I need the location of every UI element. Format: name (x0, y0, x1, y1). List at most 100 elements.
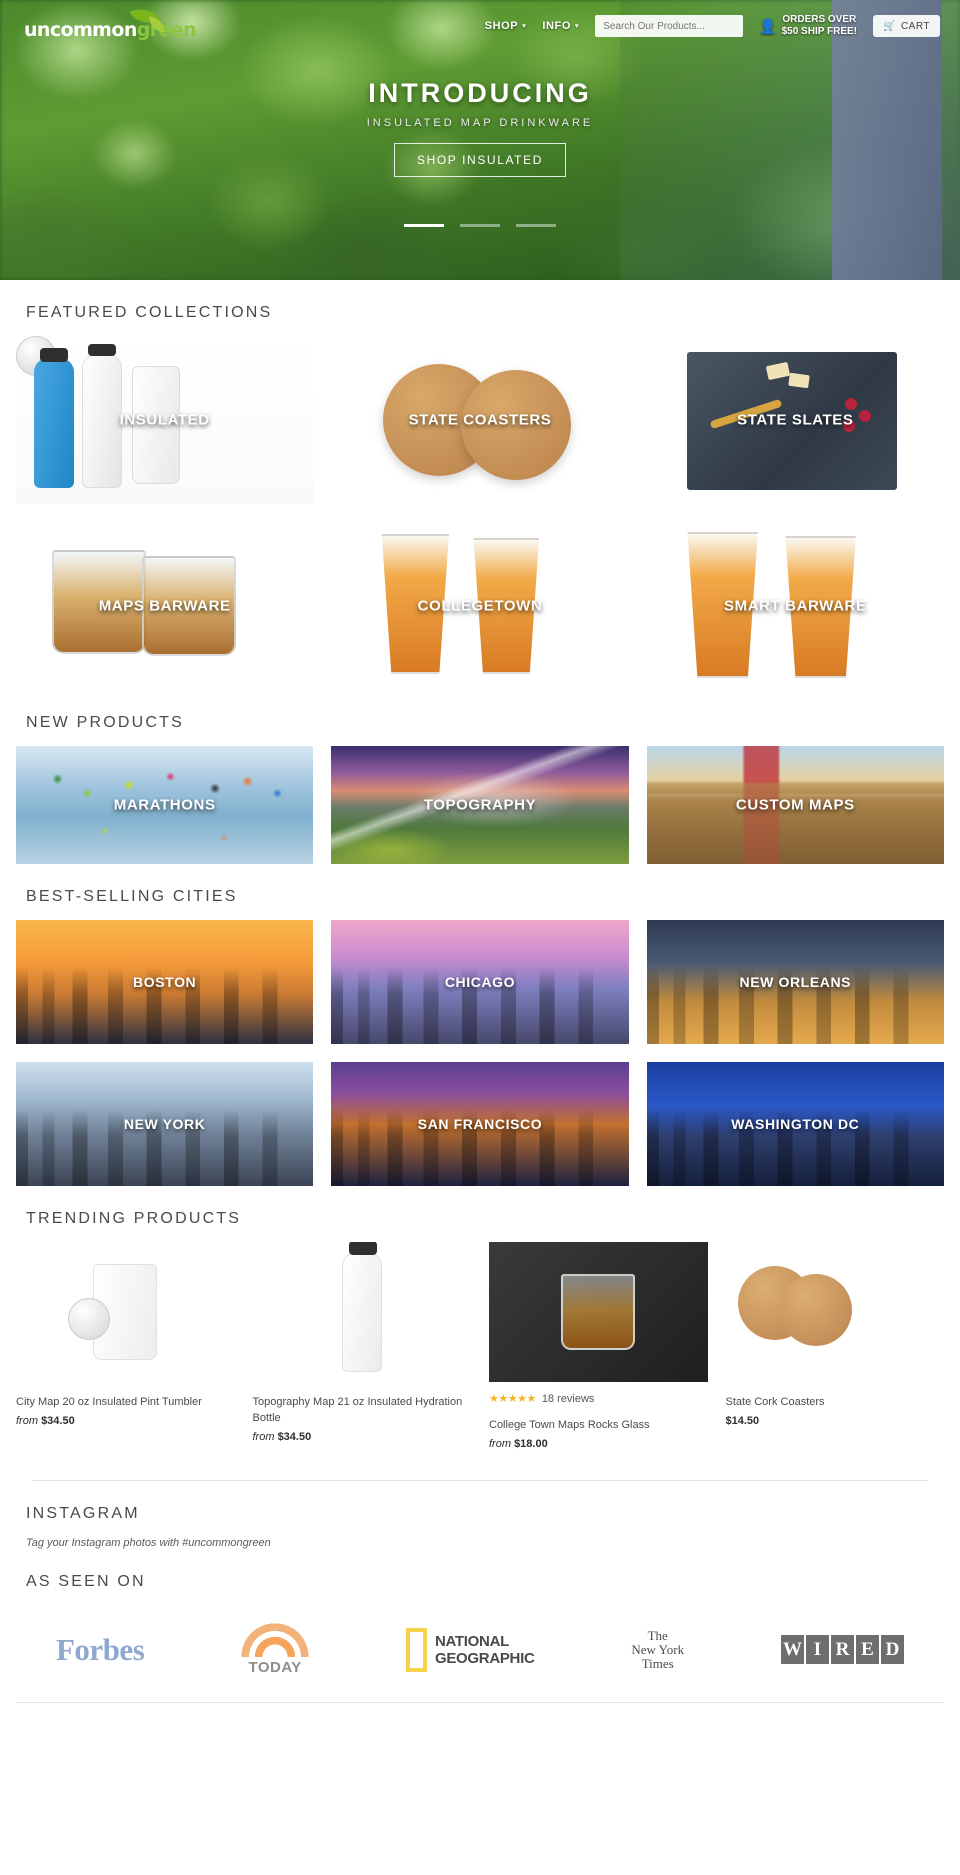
best-selling-cities-heading: BEST-SELLING CITIES (26, 888, 238, 905)
trending-products-row: City Map 20 oz Insulated Pint Tumbler fr… (16, 1242, 944, 1450)
city-label-new-orleans: NEW ORLEANS (739, 974, 852, 990)
main-navigation: SHOP ▾ INFO ▾ 👤 ORDERS OVER $50 SHIP FRE… (485, 14, 960, 38)
city-tile-boston[interactable]: BOSTON (16, 920, 314, 1044)
search-input[interactable] (595, 15, 744, 37)
collection-tile-maps-barware[interactable]: MAPS BARWARE (16, 522, 314, 690)
national-geographic-logo[interactable]: NATIONAL GEOGRAPHIC (405, 1627, 535, 1672)
cart-button[interactable]: 🛒 CART (873, 15, 940, 37)
press-logos-row: Forbes TODAY NATIONAL GEOGRAPHIC The New… (16, 1605, 944, 1676)
page-content: FEATURED COLLECTIONS INSULATED STATE COA… (16, 304, 944, 1703)
price-value: $34.50 (277, 1431, 312, 1443)
chevron-down-icon: ▾ (522, 23, 527, 30)
instagram-subtitle: Tag your Instagram photos with #uncommon… (26, 1537, 271, 1549)
review-count[interactable]: 18 reviews (542, 1393, 595, 1405)
new-products-row: MARATHONS TOPOGRAPHY CUSTOM MAPS (16, 746, 944, 864)
shop-insulated-button[interactable]: SHOP INSULATED (394, 143, 566, 177)
trending-products-heading: TRENDING PRODUCTS (26, 1210, 242, 1227)
product-image-college-town-rocks-glass (489, 1242, 708, 1382)
collection-tile-insulated[interactable]: INSULATED (16, 336, 314, 504)
city-tile-new-orleans[interactable]: NEW ORLEANS (646, 920, 944, 1044)
product-price: from $34.50 (253, 1431, 472, 1443)
product-name: City Map 20 oz Insulated Pint Tumbler (16, 1396, 202, 1408)
instagram-heading: INSTAGRAM (26, 1505, 140, 1522)
site-logo[interactable]: uncommongreen (24, 3, 197, 43)
price-value: $18.00 (514, 1438, 548, 1450)
nyt-line-3: Times (641, 1655, 674, 1671)
forbes-logo[interactable]: Forbes (56, 1632, 145, 1668)
collection-tile-state-slates[interactable]: STATE SLATES (646, 336, 944, 504)
price-value: $14.50 (725, 1415, 760, 1427)
shipping-line-1: ORDERS OVER (782, 14, 857, 25)
nav-item-shop[interactable]: SHOP ▾ (485, 20, 527, 32)
cities-row-2: NEW YORK SAN FRANCISCO WASHINGTON DC (16, 1062, 944, 1186)
carousel-pagination (0, 214, 960, 232)
product-image-topography-bottle (252, 1242, 471, 1382)
new-york-times-logo[interactable]: The New York Times (631, 1628, 685, 1671)
collection-tile-smart-barware[interactable]: SMART BARWARE (646, 522, 944, 690)
section-divider (32, 1480, 928, 1481)
nyt-line-2: New York (631, 1641, 685, 1657)
collection-label-state-coasters: STATE COASTERS (408, 411, 552, 429)
natgeo-yellow-rectangle-icon (405, 1627, 427, 1672)
collection-label-smart-barware: SMART BARWARE (724, 597, 867, 615)
cork-coaster-art-2 (779, 1274, 852, 1346)
product-rating: ★★★★★ 18 reviews (489, 1392, 708, 1406)
today-rainbow-icon (241, 1623, 310, 1657)
product-card-college-town-rocks-glass[interactable]: ★★★★★ 18 reviews College Town Maps Rocks… (489, 1242, 708, 1450)
natgeo-line-1: NATIONAL (434, 1632, 509, 1650)
shopping-cart-icon: 🛒 (883, 20, 896, 32)
featured-collections-row-1: INSULATED STATE COASTERS STATE SLATES (16, 336, 944, 504)
new-product-tile-custom-maps[interactable]: CUSTOM MAPS (646, 746, 944, 864)
product-price: from $18.00 (489, 1438, 708, 1450)
city-tile-san-francisco[interactable]: SAN FRANCISCO (331, 1062, 629, 1186)
collection-label-insulated: INSULATED (119, 411, 210, 429)
carousel-dot-3[interactable] (516, 224, 557, 227)
city-tile-washington-dc[interactable]: WASHINGTON DC (646, 1062, 944, 1186)
hero-title: INTRODUCING (368, 78, 592, 108)
carousel-dot-2[interactable] (460, 224, 500, 227)
natgeo-label: NATIONAL GEOGRAPHIC (435, 1633, 535, 1667)
carousel-dot-1[interactable] (403, 224, 444, 227)
product-card-city-map-tumbler[interactable]: City Map 20 oz Insulated Pint Tumbler fr… (16, 1242, 235, 1450)
city-label-new-york: NEW YORK (123, 1116, 206, 1132)
new-product-tile-marathons[interactable]: MARATHONS (16, 746, 314, 864)
today-show-logo[interactable]: TODAY (241, 1623, 310, 1676)
site-header: uncommongreen SHOP ▾ INFO ▾ 👤 ORDERS OVE… (0, 0, 960, 52)
price-prefix: from (489, 1438, 511, 1450)
product-image-state-cork-coasters (725, 1242, 944, 1382)
wired-char-e: E (855, 1635, 879, 1664)
new-product-label-marathons: MARATHONS (113, 796, 216, 814)
featured-collections-row-2: MAPS BARWARE COLLEGETOWN SMART BARWARE (16, 522, 944, 690)
product-card-topography-bottle[interactable]: Topography Map 21 oz Insulated Hydration… (252, 1242, 472, 1450)
nav-item-info[interactable]: INFO ▾ (542, 20, 579, 32)
product-card-state-cork-coasters[interactable]: State Cork Coasters $14.50 (725, 1242, 944, 1450)
hero-subtitle: INSULATED MAP DRINKWARE (366, 117, 594, 129)
today-label: TODAY (248, 1659, 302, 1676)
wired-logo[interactable]: W I R E D (780, 1635, 904, 1664)
city-tile-new-york[interactable]: NEW YORK (16, 1062, 314, 1186)
new-product-label-custom-maps: CUSTOM MAPS (735, 796, 855, 814)
nav-label-info: INFO (542, 20, 572, 32)
new-product-label-topography: TOPOGRAPHY (423, 796, 537, 814)
city-label-washington-dc: WASHINGTON DC (731, 1116, 860, 1132)
wired-char-r: R (830, 1635, 854, 1664)
new-product-tile-topography[interactable]: TOPOGRAPHY (331, 746, 629, 864)
collection-tile-state-coasters[interactable]: STATE COASTERS (331, 336, 629, 504)
hydration-bottle-art (341, 1242, 382, 1372)
city-label-san-francisco: SAN FRANCISCO (417, 1116, 543, 1132)
rocks-glass-art (561, 1274, 636, 1350)
price-prefix: from (16, 1415, 38, 1427)
cities-row-1: BOSTON CHICAGO NEW ORLEANS (16, 920, 944, 1044)
city-label-boston: BOSTON (133, 974, 197, 990)
chevron-down-icon: ▾ (575, 23, 580, 30)
free-shipping-banner: 👤 ORDERS OVER $50 SHIP FREE! (759, 14, 857, 38)
natgeo-line-2: GEOGRAPHIC (434, 1649, 535, 1667)
person-icon[interactable]: 👤 (759, 19, 776, 33)
wired-char-w: W (780, 1635, 804, 1664)
berry-art-1 (844, 398, 857, 410)
product-name: College Town Maps Rocks Glass (489, 1419, 650, 1431)
cheese-art-2 (787, 372, 810, 389)
city-tile-chicago[interactable]: CHICAGO (331, 920, 629, 1044)
hero-banner: uncommongreen SHOP ▾ INFO ▾ 👤 ORDERS OVE… (0, 0, 960, 280)
collection-tile-collegetown[interactable]: COLLEGETOWN (331, 522, 629, 690)
